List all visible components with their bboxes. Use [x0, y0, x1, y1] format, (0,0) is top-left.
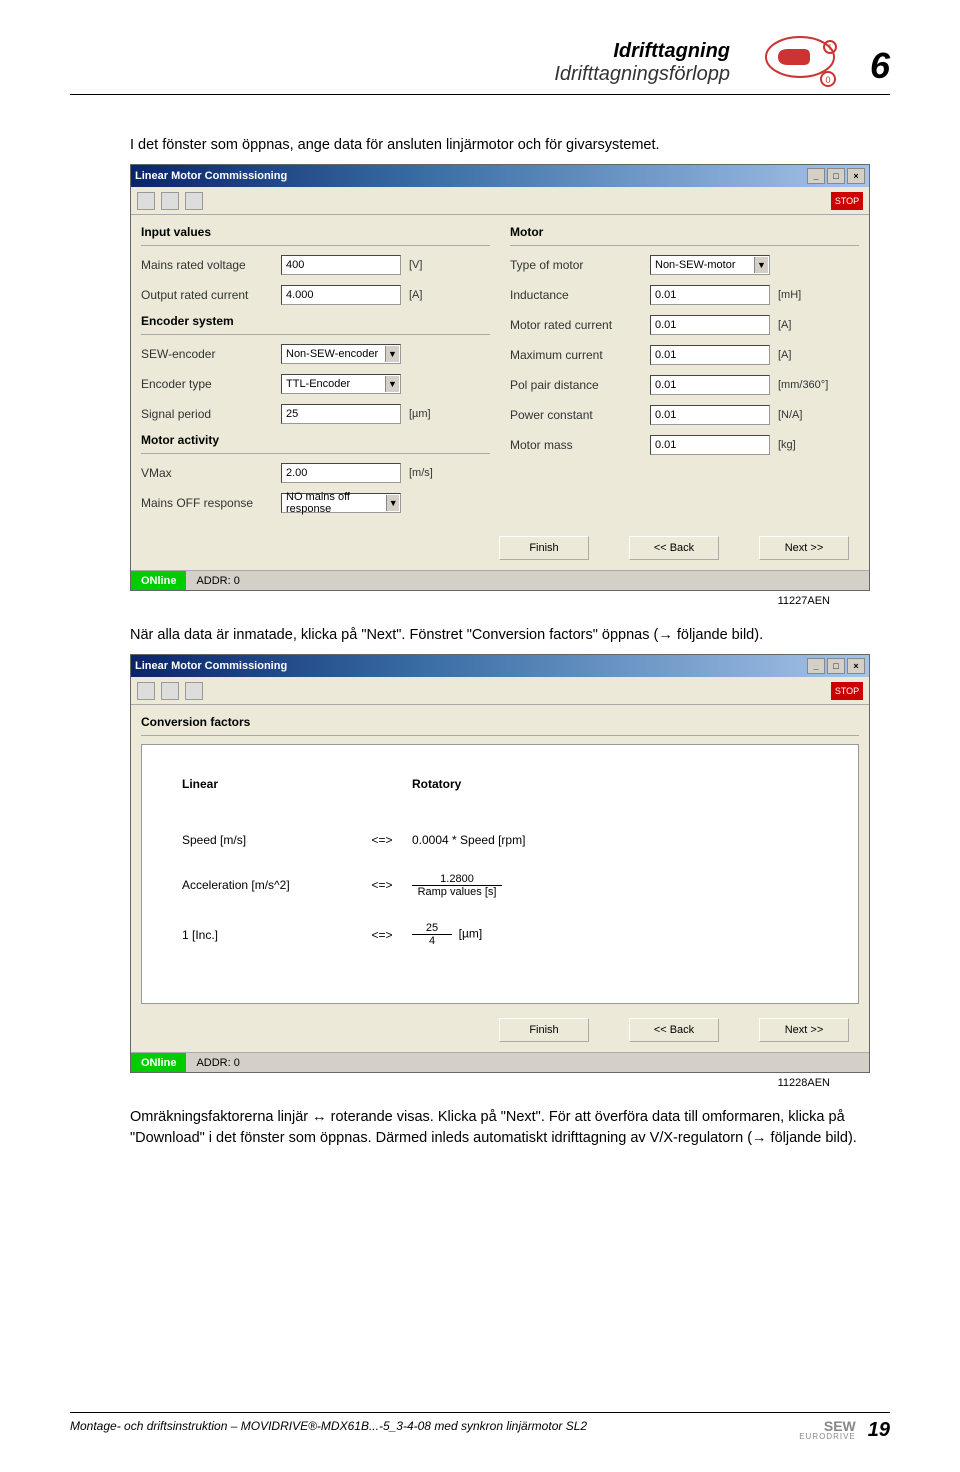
conv-accel-op: <=>: [352, 878, 412, 892]
mains-off-select[interactable]: NO mains off response▼: [281, 493, 401, 513]
page-footer: Montage- och driftsinstruktion – MOVIDRI…: [70, 1412, 890, 1442]
screenshot-2: Linear Motor Commissioning _ □ × STOP Co…: [130, 654, 870, 1073]
conv-inc-frac: 25 4: [412, 922, 452, 947]
conv-speed-r: 0.0004 * Speed [rpm]: [412, 833, 818, 847]
print-icon[interactable]: [137, 192, 155, 210]
status-addr: ADDR: 0: [186, 571, 869, 590]
page-number: 19: [868, 1419, 890, 1442]
chevron-down-icon: ▼: [385, 346, 399, 362]
finish-button[interactable]: Finish: [499, 536, 589, 560]
pol-pair-label: Pol pair distance: [510, 378, 650, 392]
conv-accel-l: Acceleration [m/s^2]: [182, 878, 352, 892]
maximize-button[interactable]: □: [827, 658, 845, 674]
stop-button[interactable]: STOP: [831, 192, 863, 210]
stop-button[interactable]: STOP: [831, 682, 863, 700]
conv-inc-op: <=>: [352, 928, 412, 942]
svg-text:I: I: [829, 43, 831, 52]
print-icon[interactable]: [137, 682, 155, 700]
status-online-2: ONline: [131, 1053, 186, 1072]
figure-caption-1: 11227AEN: [70, 595, 830, 607]
chevron-down-icon: ▼: [754, 257, 768, 273]
next-button[interactable]: Next >>: [759, 536, 849, 560]
conv-speed-l: Speed [m/s]: [182, 833, 352, 847]
help-icon[interactable]: [161, 192, 179, 210]
figure-caption-2: 11228AEN: [70, 1077, 830, 1089]
dialog-titlebar[interactable]: Linear Motor Commissioning _ □ ×: [131, 165, 869, 187]
minimize-button[interactable]: _: [807, 658, 825, 674]
motor-rated-current-input[interactable]: 0.01: [650, 315, 770, 335]
header-title-2: Idrifttagningsförlopp: [70, 63, 730, 86]
col-linear-header: Linear: [182, 777, 352, 791]
close-button[interactable]: ×: [847, 168, 865, 184]
section-motor-activity: Motor activity: [141, 433, 490, 447]
header-title-1: Idrifttagning: [70, 40, 730, 63]
back-button-2[interactable]: << Back: [629, 1018, 719, 1042]
status-addr-2: ADDR: 0: [186, 1053, 869, 1072]
signal-period-input[interactable]: 25: [281, 404, 401, 424]
finish-button-2[interactable]: Finish: [499, 1018, 589, 1042]
motor-mass-label: Motor mass: [510, 438, 650, 452]
page-header: Idrifttagning Idrifttagningsförlopp I 0 …: [70, 40, 890, 95]
col-rotatory-header: Rotatory: [412, 777, 818, 791]
output-current-label: Output rated current: [141, 288, 281, 302]
svg-text:0: 0: [825, 75, 830, 85]
sew-encoder-select[interactable]: Non-SEW-encoder▼: [281, 344, 401, 364]
conversion-panel: Linear Rotatory Speed [m/s] <=> 0.0004 *…: [141, 744, 859, 1004]
dialog-title: Linear Motor Commissioning: [135, 170, 287, 182]
dialog-toolbar-2: STOP: [131, 677, 869, 705]
encoder-type-label: Encoder type: [141, 377, 281, 391]
inductance-label: Inductance: [510, 288, 650, 302]
intro-paragraph-1: I det fönster som öppnas, ange data för …: [130, 135, 890, 156]
section-encoder-system: Encoder system: [141, 314, 490, 328]
maximize-button[interactable]: □: [827, 168, 845, 184]
status-online: ONline: [131, 571, 186, 590]
conv-accel-frac: 1.2800 Ramp values [s]: [412, 873, 502, 898]
back-button[interactable]: << Back: [629, 536, 719, 560]
signal-period-label: Signal period: [141, 407, 281, 421]
mains-voltage-label: Mains rated voltage: [141, 258, 281, 272]
chevron-down-icon: ▼: [385, 376, 399, 392]
chevron-down-icon: ▼: [386, 495, 399, 511]
pol-pair-input[interactable]: 0.01: [650, 375, 770, 395]
encoder-type-select[interactable]: TTL-Encoder▼: [281, 374, 401, 394]
dialog-title-2: Linear Motor Commissioning: [135, 660, 287, 672]
vmax-label: VMax: [141, 466, 281, 480]
conv-inc-l: 1 [Inc.]: [182, 928, 352, 942]
power-constant-label: Power constant: [510, 408, 650, 422]
mains-off-label: Mains OFF response: [141, 496, 281, 510]
inductance-input[interactable]: 0.01: [650, 285, 770, 305]
help-icon[interactable]: [161, 682, 179, 700]
info-icon[interactable]: [185, 682, 203, 700]
minimize-button[interactable]: _: [807, 168, 825, 184]
footer-text: Montage- och driftsinstruktion – MOVIDRI…: [70, 1419, 776, 1433]
chapter-number: 6: [870, 45, 890, 87]
dialog-toolbar: STOP: [131, 187, 869, 215]
intro-paragraph-2: När alla data är inmatade, klicka på "Ne…: [130, 625, 890, 646]
maximum-current-input[interactable]: 0.01: [650, 345, 770, 365]
dialog-titlebar-2[interactable]: Linear Motor Commissioning _ □ ×: [131, 655, 869, 677]
section-motor: Motor: [510, 225, 859, 239]
vmax-input[interactable]: 2.00: [281, 463, 401, 483]
hand-gauge-icon: I 0: [760, 35, 840, 91]
type-of-motor-label: Type of motor: [510, 258, 650, 272]
sew-encoder-label: SEW-encoder: [141, 347, 281, 361]
section-input-values: Input values: [141, 225, 490, 239]
info-icon[interactable]: [185, 192, 203, 210]
next-button-2[interactable]: Next >>: [759, 1018, 849, 1042]
conv-speed-op: <=>: [352, 833, 412, 847]
section-conversion-factors: Conversion factors: [141, 715, 859, 729]
close-button[interactable]: ×: [847, 658, 865, 674]
maximum-current-label: Maximum current: [510, 348, 650, 362]
mains-voltage-input[interactable]: 400: [281, 255, 401, 275]
screenshot-1: Linear Motor Commissioning _ □ × STOP: [130, 164, 870, 591]
intro-paragraph-3: Omräkningsfaktorerna linjär ↔ roterande …: [130, 1107, 890, 1149]
motor-rated-current-label: Motor rated current: [510, 318, 650, 332]
sew-logo: SEW EURODRIVE: [776, 1419, 856, 1441]
type-of-motor-select[interactable]: Non-SEW-motor▼: [650, 255, 770, 275]
output-current-input[interactable]: 4.000: [281, 285, 401, 305]
power-constant-input[interactable]: 0.01: [650, 405, 770, 425]
motor-mass-input[interactable]: 0.01: [650, 435, 770, 455]
